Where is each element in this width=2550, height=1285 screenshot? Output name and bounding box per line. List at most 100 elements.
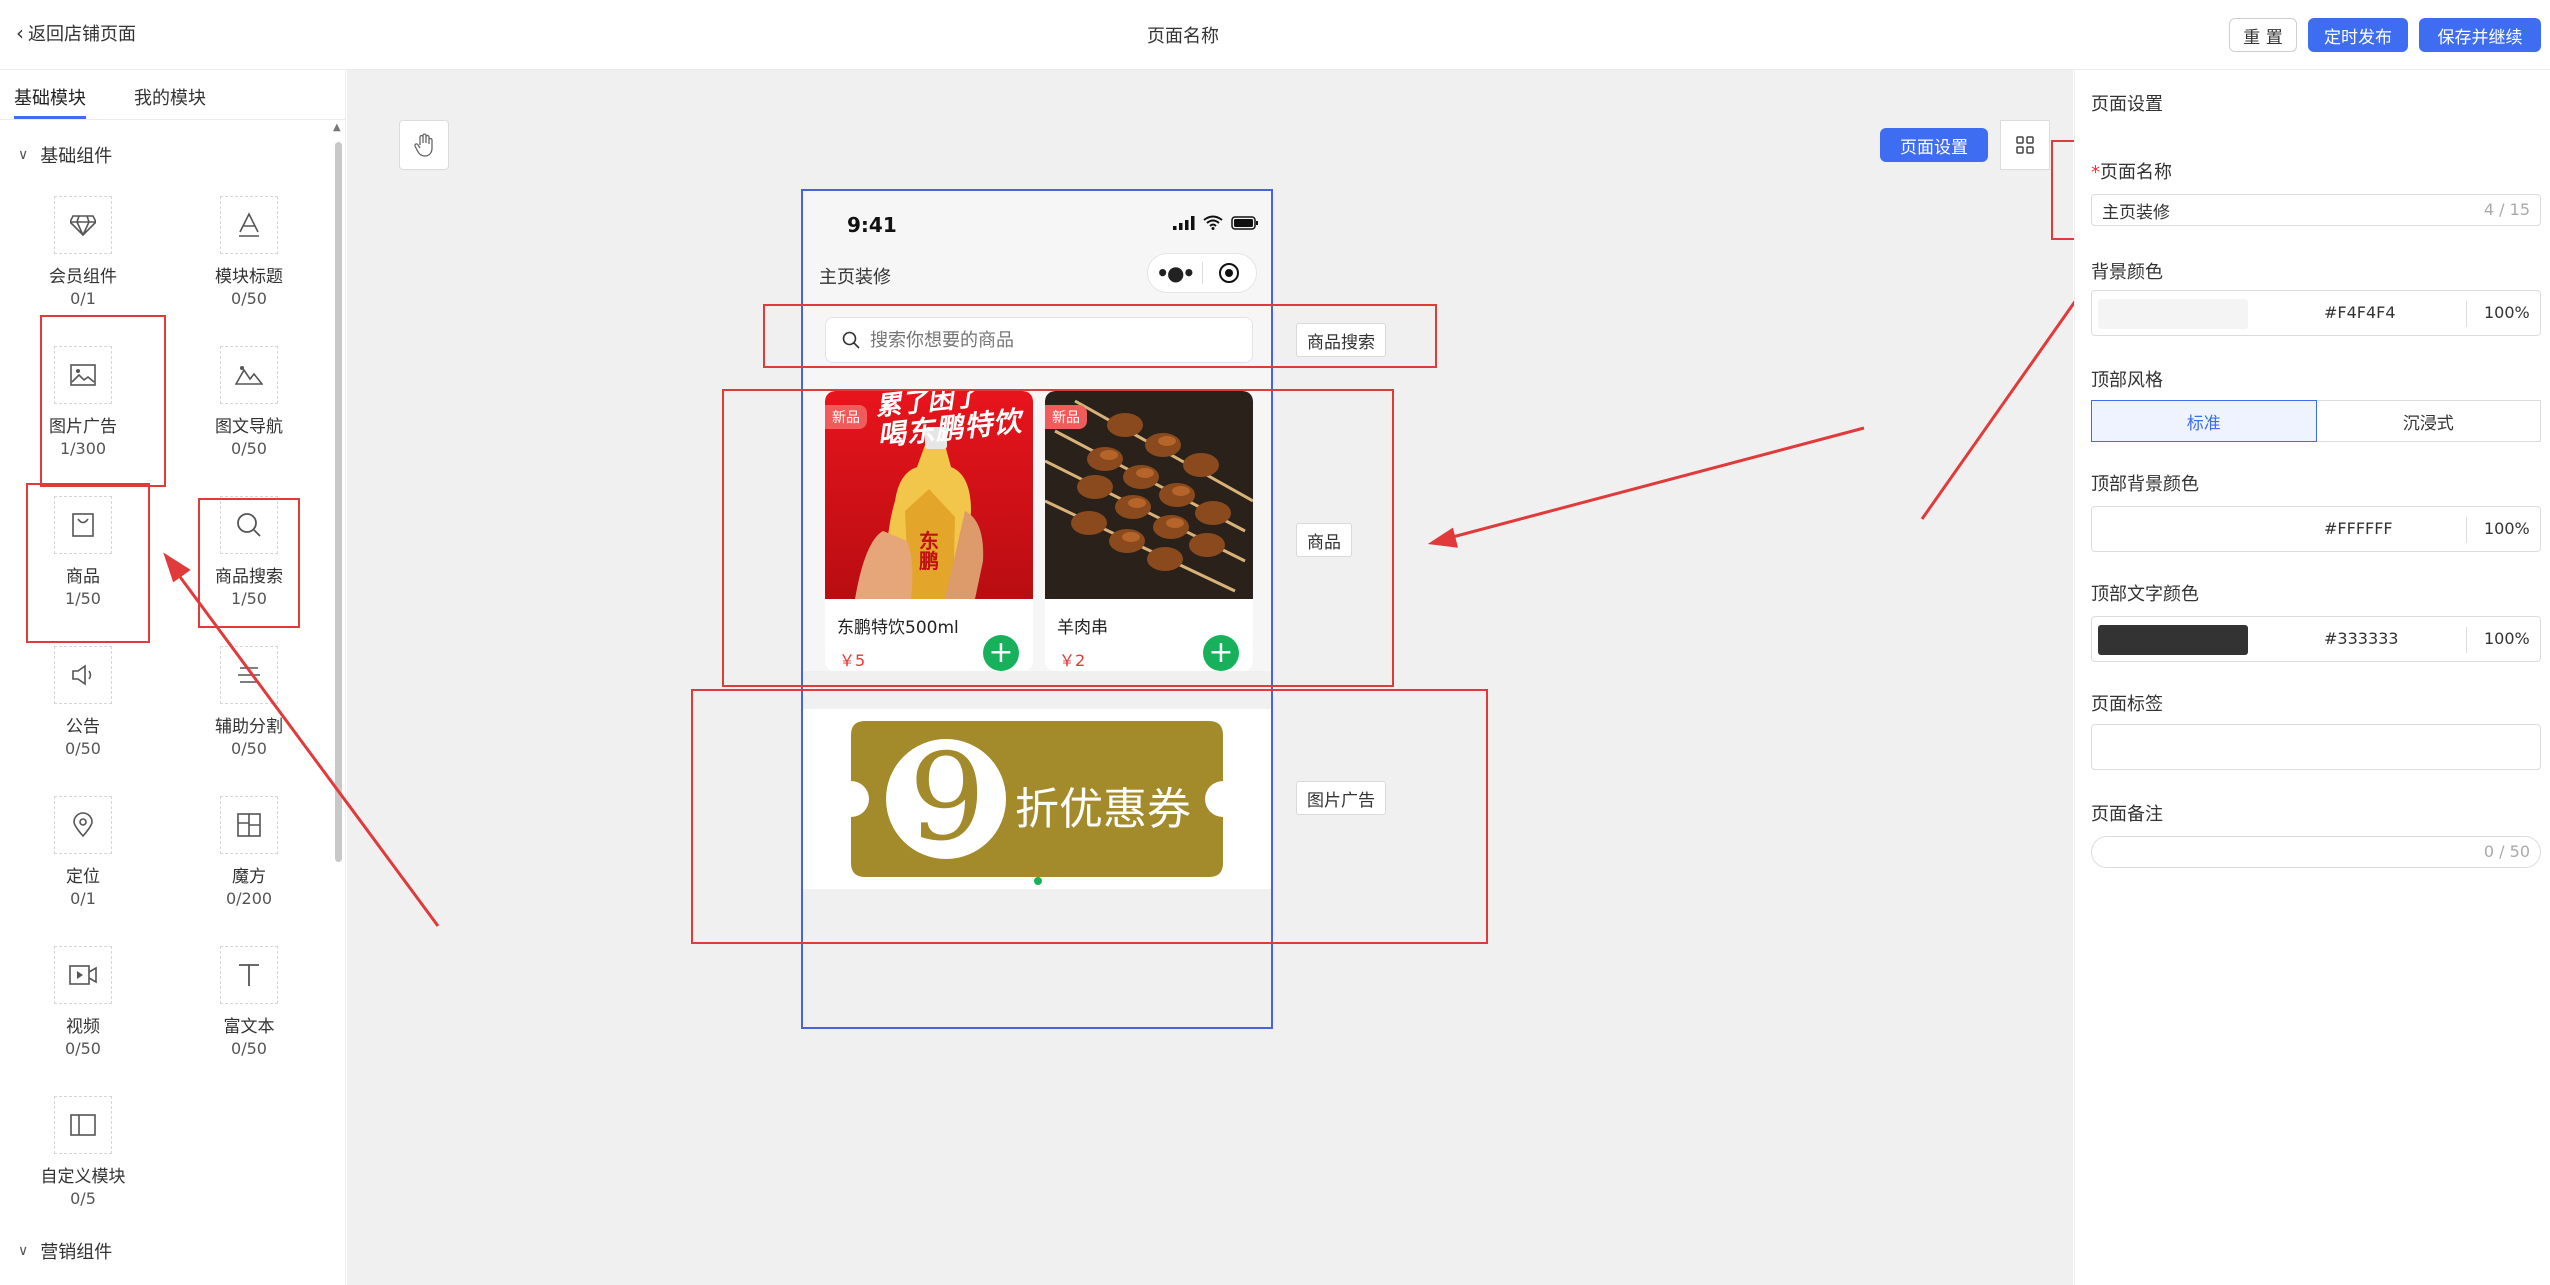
grid-icon (2016, 136, 2034, 154)
top-style-immersive[interactable]: 沉浸式 (2316, 400, 2541, 442)
image-ad-module[interactable]: 9 折优惠券 (803, 709, 1271, 889)
top-bg-color-swatch[interactable] (2098, 515, 2248, 545)
chevron-down-icon: ∨ (18, 1243, 29, 1259)
page-name-input[interactable] (2102, 195, 2402, 225)
goods-search-module[interactable] (803, 301, 1271, 381)
mini-program-capsule: •●• (1147, 253, 1257, 293)
top-text-color-swatch[interactable] (2098, 625, 2248, 655)
more-dots-icon[interactable]: •●• (1148, 261, 1202, 285)
layout-icon (54, 1096, 112, 1154)
phone-header: 9:41 主页装修 •●• (803, 191, 1271, 301)
carousel-dot[interactable] (1034, 877, 1042, 885)
top-text-color-label: 顶部文字颜色 (2091, 584, 2199, 605)
page-name-field[interactable]: 4 / 15 (2091, 194, 2541, 226)
bg-color-hex: #F4F4F4 (2324, 303, 2396, 322)
component-count: 0/50 (231, 289, 267, 308)
component-count: 1/50 (65, 589, 101, 608)
side-label-goods[interactable]: 商品 (1296, 523, 1352, 557)
tab-basic-modules[interactable]: 基础模块 (14, 84, 86, 110)
panel-scrollbar[interactable]: ▲ ▼ (333, 122, 342, 1272)
mini-program-title: 主页装修 (819, 267, 891, 288)
component-location[interactable]: 定位 0/1 (13, 796, 153, 910)
component-count: 0/50 (65, 1039, 101, 1058)
marketing-group-header[interactable]: ∨ 营销组件 (18, 1238, 112, 1264)
bg-color-swatch[interactable] (2098, 299, 2248, 329)
component-custom-module[interactable]: 自定义模块 0/5 (13, 1096, 153, 1210)
top-text-color-opacity: 100% (2484, 629, 2530, 648)
page-tag-field[interactable] (2091, 724, 2541, 770)
component-module-title[interactable]: 模块标题 0/50 (179, 196, 319, 310)
save-and-continue-button[interactable]: 保存并继续 (2419, 18, 2541, 52)
component-count: 0/50 (231, 439, 267, 458)
top-bg-color-opacity: 100% (2484, 519, 2530, 538)
scrollbar-thumb[interactable] (335, 142, 342, 862)
marketing-group-title: 营销组件 (40, 1242, 113, 1263)
side-label-image-ad[interactable]: 图片广告 (1296, 781, 1386, 815)
component-rich-text[interactable]: 富文本 0/50 (179, 946, 319, 1060)
top-bg-color-picker[interactable]: #FFFFFF 100% (2091, 506, 2541, 552)
product-name: 东鹏特饮500ml (837, 618, 959, 638)
bg-color-label: 背景颜色 (2091, 262, 2163, 283)
product-image-skewers: 新品 (1045, 391, 1253, 599)
side-label-goods-search[interactable]: 商品搜索 (1296, 323, 1386, 357)
coupon-banner[interactable]: 9 折优惠券 (851, 721, 1223, 877)
timed-publish-button[interactable]: 定时发布 (2308, 18, 2408, 52)
component-member[interactable]: 会员组件 0/1 (13, 196, 153, 310)
scroll-up-arrow-icon[interactable]: ▲ (333, 122, 341, 133)
product-card[interactable]: 累了困了 喝东鹏特饮 东鹏 新品 东鹏特饮500ml ￥5 + (825, 391, 1033, 671)
close-target-icon[interactable] (1202, 262, 1256, 284)
coupon-number: 9 (908, 729, 986, 868)
add-to-cart-button[interactable]: + (983, 635, 1019, 671)
component-video[interactable]: 视频 0/50 (13, 946, 153, 1060)
component-divider[interactable]: 辅助分割 0/50 (179, 646, 319, 760)
product-name: 羊肉串 (1057, 618, 1108, 638)
page-tag-label: 页面标签 (2091, 694, 2163, 715)
top-text-color-picker[interactable]: #333333 100% (2091, 616, 2541, 662)
back-to-store-link[interactable]: ‹ 返回店铺页面 (16, 20, 136, 46)
tab-my-modules[interactable]: 我的模块 (134, 84, 206, 110)
phone-preview: 9:41 主页装修 •●• 搜索你想要的商品 累了困了 喝东鹏特饮 东鹏 新品 … (801, 189, 1273, 1029)
product-price: ￥5 (839, 651, 866, 670)
add-to-cart-button[interactable]: + (1203, 635, 1239, 671)
component-image-nav[interactable]: 图文导航 0/50 (179, 346, 319, 460)
reset-button[interactable]: 重 置 (2229, 18, 2297, 52)
top-style-standard[interactable]: 标准 (2091, 400, 2317, 442)
product-price: ￥2 (1059, 651, 1086, 670)
signal-icon (1173, 215, 1195, 230)
component-cube[interactable]: 魔方 0/200 (179, 796, 319, 910)
basic-group-header[interactable]: ∨ 基础组件 (18, 142, 112, 168)
component-goods[interactable]: 商品 1/50 (13, 496, 153, 610)
goods-search-input[interactable] (870, 329, 1230, 351)
component-name: 商品搜索 (215, 567, 283, 587)
component-count: 0/50 (231, 739, 267, 758)
goods-module[interactable]: 累了困了 喝东鹏特饮 东鹏 新品 东鹏特饮500ml ￥5 + 新品 羊肉串 ￥… (803, 381, 1271, 671)
product-image-drink: 累了困了 喝东鹏特饮 东鹏 新品 (825, 391, 1033, 599)
product-card[interactable]: 新品 羊肉串 ￥2 + (1045, 391, 1253, 671)
component-name: 会员组件 (49, 267, 117, 287)
required-mark: * (2091, 162, 2100, 183)
pan-hand-tool[interactable] (399, 120, 449, 170)
component-name: 富文本 (223, 1017, 275, 1037)
component-count: 0/50 (231, 1039, 267, 1058)
page-note-field[interactable]: 0 / 50 (2091, 836, 2541, 868)
component-notice[interactable]: 公告 0/50 (13, 646, 153, 760)
hand-icon (414, 133, 433, 157)
goods-search-box[interactable] (825, 317, 1253, 363)
component-goods-search[interactable]: 商品搜索 1/50 (179, 496, 319, 610)
bag-icon (54, 496, 112, 554)
status-icons (1173, 215, 1259, 230)
component-name: 图片广告 (49, 417, 117, 437)
page-settings-button[interactable]: 页面设置 (1880, 128, 1988, 162)
component-name: 自定义模块 (40, 1167, 126, 1187)
top-style-label: 顶部风格 (2091, 370, 2163, 391)
component-image-ad[interactable]: 图片广告 1/300 (13, 346, 153, 460)
text-t-icon (220, 946, 278, 1004)
search-icon (842, 331, 860, 349)
page-name-label-text: 页面名称 (2100, 162, 2172, 183)
component-list-button[interactable] (2000, 120, 2050, 170)
back-label: 返回店铺页面 (28, 24, 136, 45)
bg-color-picker[interactable]: #F4F4F4 100% (2091, 290, 2541, 336)
separator (2466, 517, 2467, 543)
plus-icon: + (988, 635, 1014, 670)
page-settings-panel: 页面设置 *页面名称 4 / 15 背景颜色 #F4F4F4 100% 顶部风格… (2074, 70, 2550, 1285)
